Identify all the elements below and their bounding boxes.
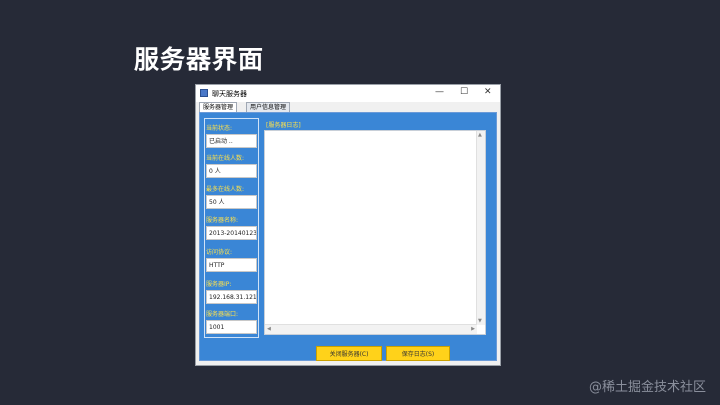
field-label-max-online: 最多在线人数: (206, 186, 245, 193)
server-log-label: [服务器日志] (266, 122, 301, 129)
field-value-max-online[interactable]: 50 人 (206, 195, 257, 209)
scroll-left-icon[interactable]: ◀ (267, 326, 271, 332)
field-value-server-ip[interactable]: 192.168.31.121 (206, 290, 257, 304)
field-value-online-count[interactable]: 0 人 (206, 164, 257, 178)
save-log-button[interactable]: 保存日志(S) (386, 346, 450, 361)
scroll-up-icon[interactable]: ▲ (478, 132, 482, 138)
server-log-textarea[interactable]: ▲ ▼ ◀ ▶ (264, 130, 486, 335)
field-label-online-count: 当前在线人数: (206, 155, 245, 162)
field-label-server-port: 服务器端口: (206, 311, 239, 318)
field-label-server-ip: 服务器IP: (206, 281, 232, 288)
close-icon[interactable]: ✕ (484, 87, 492, 97)
vertical-scrollbar[interactable]: ▲ ▼ (476, 131, 485, 325)
server-info-column: 当前状态: 已启动 .. 当前在线人数: 0 人 最多在线人数: 50 人 服务… (204, 118, 259, 338)
server-window: 聊天服务器 — ☐ ✕ 服务器管理 用户信息管理 当前状态: 已启动 .. 当前… (195, 84, 501, 366)
field-value-status[interactable]: 已启动 .. (206, 134, 257, 148)
scroll-right-icon[interactable]: ▶ (471, 326, 475, 332)
slide-title: 服务器界面 (134, 45, 265, 74)
maximize-icon[interactable]: ☐ (460, 87, 468, 97)
field-value-server-port[interactable]: 1001 (206, 320, 257, 334)
server-panel: 当前状态: 已启动 .. 当前在线人数: 0 人 最多在线人数: 50 人 服务… (199, 112, 497, 361)
app-icon (200, 89, 208, 97)
window-titlebar[interactable]: 聊天服务器 — ☐ ✕ (196, 85, 500, 102)
field-label-server-name: 服务器名称: (206, 217, 239, 224)
tab-user-management[interactable]: 用户信息管理 (246, 102, 291, 112)
field-value-server-name[interactable]: 2013-20140123VU (206, 226, 257, 240)
scroll-down-icon[interactable]: ▼ (478, 318, 482, 324)
close-server-button[interactable]: 关闭服务器(C) (316, 346, 382, 361)
field-label-protocol: 访问协议: (206, 249, 233, 256)
window-title: 聊天服务器 (212, 90, 247, 98)
field-value-protocol[interactable]: HTTP (206, 258, 257, 272)
field-label-status: 当前状态: (206, 125, 233, 132)
minimize-icon[interactable]: — (435, 87, 444, 97)
horizontal-scrollbar[interactable]: ◀ ▶ (265, 324, 477, 334)
watermark: @稀土掘金技术社区 (588, 380, 706, 395)
